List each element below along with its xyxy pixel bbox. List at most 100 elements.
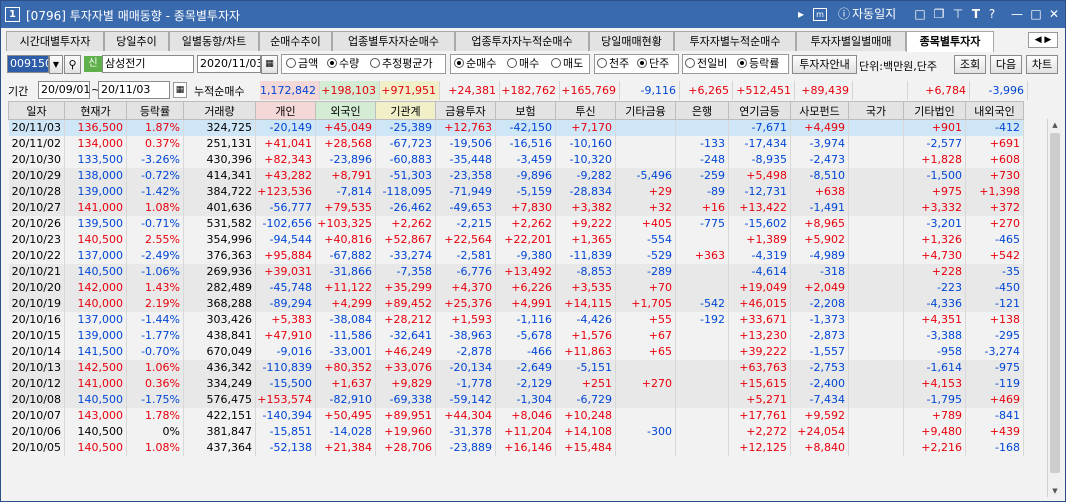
- cell-private-fund: -4,989: [790, 248, 849, 264]
- info-icon[interactable]: ⓘ: [837, 6, 851, 22]
- search-icon[interactable]: ⚲: [64, 55, 81, 74]
- column-header-volume[interactable]: 거래량: [183, 101, 256, 120]
- radio-change-rate[interactable]: 등락률: [737, 55, 779, 73]
- tab-sector-net-buy[interactable]: 업종별투자자순매수: [332, 31, 455, 51]
- column-header-insurance[interactable]: 보험: [495, 101, 556, 120]
- tab-daily-trend[interactable]: 당일추이: [104, 31, 169, 51]
- period-to-input[interactable]: 20/11/03: [98, 81, 170, 99]
- date-input[interactable]: 2020/11/03: [197, 55, 261, 73]
- column-header-other-finance[interactable]: 기타금융: [615, 101, 676, 120]
- cell-volume: 384,722: [183, 184, 256, 200]
- column-header-private-fund[interactable]: 사모펀드: [790, 101, 849, 120]
- column-header-investment-trust[interactable]: 투신: [555, 101, 616, 120]
- table-row[interactable]: 20/10/15 139,000 -1.77% 438,841 +47,910 -11,5…: [8, 328, 1024, 344]
- table-row[interactable]: 20/10/23 140,500 2.55% 354,996 -94,544 +40,81…: [8, 232, 1024, 248]
- pin-icon[interactable]: ⊤: [951, 6, 965, 22]
- stock-code-input[interactable]: 009150: [7, 55, 49, 73]
- scroll-thumb[interactable]: [1050, 133, 1060, 473]
- close-icon[interactable]: ✕: [1047, 6, 1061, 22]
- cell-volume: 251,131: [183, 136, 256, 152]
- vertical-scrollbar[interactable]: ▲ ▼: [1047, 119, 1061, 497]
- calendar-icon[interactable]: ▦: [261, 55, 278, 74]
- dropdown-icon[interactable]: ▼: [49, 55, 63, 74]
- table-row[interactable]: 20/10/28 139,000 -1.42% 384,722 +123,536 -7,8…: [8, 184, 1024, 200]
- cell-foreign: -33,001: [315, 344, 376, 360]
- tab-investor-cum[interactable]: 투자자별누적순매수: [674, 31, 796, 51]
- table-row[interactable]: 20/10/05 140,500 1.08% 437,364 -52,138 +21,38…: [8, 440, 1024, 456]
- column-header-government[interactable]: 국가: [848, 101, 904, 120]
- cell-bank: -775: [675, 216, 729, 232]
- link-icon[interactable]: □: [913, 6, 927, 22]
- cell-pension: +2,272: [728, 424, 791, 440]
- table-row[interactable]: 20/10/19 140,000 2.19% 368,288 -89,294 +4,299…: [8, 296, 1024, 312]
- maximize-icon[interactable]: □: [1029, 6, 1043, 22]
- table-row[interactable]: 20/11/03 136,500 1.87% 324,725 -20,149 +45,04…: [8, 119, 1024, 136]
- table-row[interactable]: 20/10/13 142,500 1.06% 436,342 -110,839 +80,3…: [8, 360, 1024, 376]
- investor-guide-button[interactable]: 투자자안내: [792, 55, 857, 74]
- radio-buy[interactable]: 매수: [507, 55, 539, 73]
- tab-stock-investor[interactable]: 종목별투자자: [906, 31, 994, 52]
- cell-change-rate: 0.37%: [126, 136, 184, 152]
- radio-single-shares[interactable]: 단주: [637, 55, 669, 73]
- table-row[interactable]: 20/10/06 140,500 0% 381,847 -15,851 -14,028 +1…: [8, 424, 1024, 440]
- column-header-price[interactable]: 현재가: [64, 101, 127, 120]
- column-header-change-rate[interactable]: 등락률: [126, 101, 184, 120]
- next-button[interactable]: 다음: [990, 55, 1022, 74]
- cell-domestic-foreign: +691: [965, 136, 1024, 152]
- radio-sell[interactable]: 매도: [551, 55, 583, 73]
- radio-avg-price[interactable]: 추정평균가: [370, 55, 433, 73]
- chart-button[interactable]: 차트: [1026, 55, 1058, 74]
- table-row[interactable]: 20/10/27 141,000 1.08% 401,636 -56,777 +79,53…: [8, 200, 1024, 216]
- radio-prev-day[interactable]: 전일비: [685, 55, 727, 73]
- table-row[interactable]: 20/11/02 134,000 0.37% 251,131 +41,041 +28,56…: [8, 136, 1024, 152]
- column-header-bank[interactable]: 은행: [675, 101, 729, 120]
- column-header-domestic-foreign[interactable]: 내외국인: [965, 101, 1024, 120]
- calendar-icon[interactable]: ▦: [173, 82, 187, 98]
- tab-sector-cum-net-buy[interactable]: 업종투자자누적순매수: [455, 31, 589, 51]
- table-row[interactable]: 20/10/12 141,000 0.36% 334,249 -15,500 +1,637…: [8, 376, 1024, 392]
- copy-icon[interactable]: ❐: [932, 6, 946, 22]
- scroll-down-icon[interactable]: ▼: [1049, 485, 1061, 497]
- column-header-institution[interactable]: 기관계: [375, 101, 436, 120]
- column-header-foreign[interactable]: 외국인: [315, 101, 376, 120]
- tab-scroll-arrows[interactable]: ◀ ▶: [1028, 32, 1058, 48]
- radio-net-buy[interactable]: 순매수: [454, 55, 496, 73]
- tab-daily-chart[interactable]: 일별동향/차트: [169, 31, 259, 51]
- column-header-financial-investment[interactable]: 금융투자: [435, 101, 496, 120]
- table-row[interactable]: 20/10/07 143,000 1.78% 422,151 -140,394 +50,4…: [8, 408, 1024, 424]
- minimize-icon[interactable]: —: [1010, 6, 1024, 22]
- radio-thousand-shares[interactable]: 천주: [597, 55, 629, 73]
- column-header-other-corp[interactable]: 기타법인: [903, 101, 966, 120]
- table-row[interactable]: 20/10/22 137,000 -2.49% 376,363 +95,884 -67,8…: [8, 248, 1024, 264]
- stock-name-field[interactable]: 삼성전기: [102, 55, 194, 73]
- table-row[interactable]: 20/10/20 142,000 1.43% 282,489 -45,748 +11,12…: [8, 280, 1024, 296]
- scroll-up-icon[interactable]: ▲: [1049, 119, 1061, 131]
- column-header-individual[interactable]: 개인: [255, 101, 316, 120]
- table-row[interactable]: 20/10/16 137,000 -1.44% 303,426 +5,383 -38,08…: [8, 312, 1024, 328]
- query-button[interactable]: 조회: [954, 55, 986, 74]
- table-row[interactable]: 20/10/21 140,500 -1.06% 269,936 +39,031 -31,8…: [8, 264, 1024, 280]
- table-row[interactable]: 20/10/14 141,500 -0.70% 670,049 -9,016 -33,00…: [8, 344, 1024, 360]
- cell-volume: 368,288: [183, 296, 256, 312]
- auto-diary-button[interactable]: 자동일지: [852, 6, 902, 22]
- radio-amount[interactable]: 금액: [286, 55, 318, 73]
- tab-investor-daily[interactable]: 투자자별일별매매: [796, 31, 906, 51]
- cell-foreign: +103,325: [315, 216, 376, 232]
- play-icon[interactable]: ▸: [796, 6, 806, 22]
- font-icon[interactable]: T: [969, 6, 983, 22]
- radio-quantity[interactable]: 수량: [327, 55, 359, 73]
- tab-net-buy-trend[interactable]: 순매수추이: [259, 31, 332, 51]
- table-row[interactable]: 20/10/26 139,500 -0.71% 531,582 -102,656 +103…: [8, 216, 1024, 232]
- tab-today-trade[interactable]: 당일매매현황: [589, 31, 674, 51]
- cell-volume: 437,364: [183, 440, 256, 456]
- cell-foreign: +79,535: [315, 200, 376, 216]
- column-header-date[interactable]: 일자: [8, 101, 65, 120]
- memo-icon[interactable]: m: [813, 8, 827, 21]
- help-icon[interactable]: ?: [986, 6, 998, 22]
- period-from-input[interactable]: 20/09/01: [38, 81, 90, 99]
- table-row[interactable]: 20/10/08 140,500 -1.75% 576,475 +153,574 -82,…: [8, 392, 1024, 408]
- column-header-pension[interactable]: 연기금등: [728, 101, 791, 120]
- table-row[interactable]: 20/10/30 133,500 -3.26% 430,396 +82,343 -23,8…: [8, 152, 1024, 168]
- tab-time-investor[interactable]: 시간대별투자자: [6, 31, 104, 51]
- table-row[interactable]: 20/10/29 138,000 -0.72% 414,341 +43,282 +8,79…: [8, 168, 1024, 184]
